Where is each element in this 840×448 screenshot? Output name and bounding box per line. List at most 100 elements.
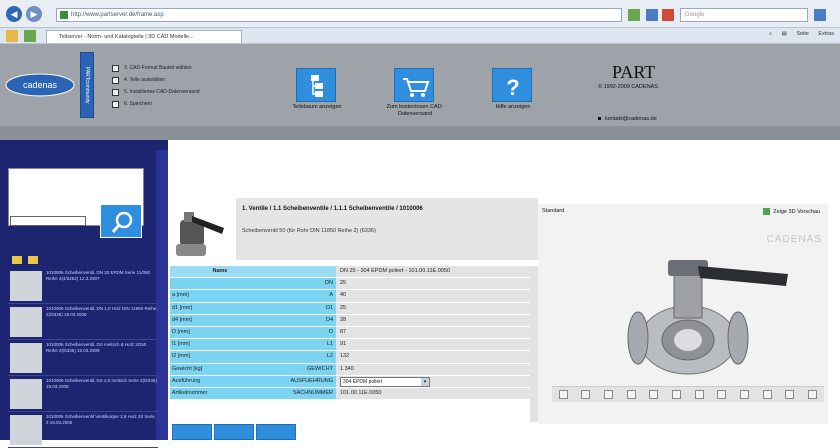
svg-text:?: ?	[506, 75, 519, 100]
pan-icon[interactable]	[649, 390, 659, 399]
action-button-1[interactable]	[172, 424, 212, 440]
product-title-panel: 1. Ventile / 1.1 Scheibenventile / 1.1.1…	[236, 198, 538, 260]
browser-toolbar: ◀ ▶ http://www.partserver.de/frame.asp G…	[0, 0, 840, 28]
table-row[interactable]: DN 25	[170, 278, 530, 291]
help-icon: ?	[506, 75, 519, 100]
copyright-text: © 1992-2009 CADENAS	[598, 84, 659, 90]
product-description: Scheibenventil 50 (für Rohr DIN 11850 Re…	[242, 228, 376, 234]
3d-viewer[interactable]: Standard Zeige 3D Vorschau CADENAS	[538, 204, 828, 424]
stop-icon[interactable]	[662, 9, 674, 21]
table-row[interactable]: a [mm] A 40	[170, 290, 530, 303]
command-bar: ⌂ ▤ Seite Extras	[761, 31, 834, 37]
add-favorite-icon[interactable]	[24, 30, 36, 42]
tab-bar: Teilserver - Norm- und Katalogteile | 3D…	[0, 28, 840, 44]
page-menu[interactable]: Seite	[796, 31, 809, 37]
back-icon[interactable]: ◀	[6, 6, 22, 22]
help-label: Hilfe anzeigen	[495, 104, 531, 110]
viewer-toolbar	[552, 386, 824, 402]
table-scrollbar[interactable]	[530, 266, 538, 422]
table-row[interactable]: Ausführung AUSFUEHRUNG 304 EPDM poliert ▾	[170, 375, 530, 388]
option-item[interactable]: 6. Speichern	[112, 98, 200, 110]
list-item[interactable]: 1010006 Scheibenventil, DS 2,0 meltsch S…	[8, 376, 158, 412]
cadenas-logo: cadenas	[5, 73, 75, 97]
checkbox[interactable]	[763, 208, 771, 215]
checkbox[interactable]	[112, 88, 119, 96]
action-button-3[interactable]	[256, 424, 296, 440]
svg-text:cadenas: cadenas	[23, 80, 58, 90]
sidebar-folder-icons	[12, 256, 44, 266]
valve-thumbnail	[10, 271, 42, 301]
favorites-star-icon[interactable]	[6, 30, 18, 42]
home-icon[interactable]: ⌂	[769, 31, 772, 37]
page-icon	[60, 11, 68, 19]
list-item[interactable]: 1010006 Scheibenventil Ventilkorper 2,8 …	[8, 412, 158, 448]
option-item[interactable]: 3. CAD-Format Bauteil wählen	[112, 62, 200, 74]
folder-open-icon[interactable]	[28, 256, 38, 264]
sidebar-search-button[interactable]	[100, 204, 142, 238]
table-row[interactable]: l2 [mm] L2 132	[170, 351, 530, 364]
valve-3d-model	[627, 260, 788, 375]
magnifier-icon[interactable]	[604, 390, 614, 399]
reset-icon[interactable]	[808, 390, 818, 399]
tools-menu[interactable]: Extras	[818, 31, 834, 37]
valve-thumbnail	[10, 343, 42, 373]
table-header: Name DN 25 - 304 EPDM poliert - 101.00.1…	[170, 266, 530, 279]
tree-view-button[interactable]	[296, 68, 336, 102]
search-input[interactable]: Google	[680, 8, 808, 22]
help-button[interactable]: ?	[492, 68, 532, 102]
print-icon[interactable]: ▤	[782, 31, 787, 37]
action-button-2[interactable]	[214, 424, 254, 440]
rotate-icon[interactable]	[626, 390, 636, 399]
option-item[interactable]: 4. Teile auswählen	[112, 74, 200, 86]
zoom-in-icon[interactable]	[558, 390, 568, 399]
table-row[interactable]: Artikelnummer SACHNUMMER 101.00.11E.0050	[170, 387, 530, 401]
tree-icon	[311, 75, 323, 97]
search-icon[interactable]	[814, 9, 826, 21]
list-item[interactable]: 1010006 Scheibenventil, DN 1,0 Holz DIN …	[8, 304, 158, 340]
section-icon[interactable]	[785, 390, 795, 399]
valve-thumbnail	[10, 379, 42, 409]
cart-button[interactable]	[394, 68, 434, 102]
preview-checkbox[interactable]: Zeige 3D Vorschau	[763, 208, 820, 215]
fit-icon[interactable]	[672, 390, 682, 399]
partcommunity-strip: PARTcommunity	[80, 52, 94, 118]
table-row[interactable]: D [mm] D 87	[170, 326, 530, 340]
table-row[interactable]: d4 [mm] D4 28	[170, 314, 530, 327]
email-link[interactable]: kontakt@cadenas.de	[598, 116, 657, 122]
measure-icon[interactable]	[762, 390, 772, 399]
folder-icon[interactable]	[12, 256, 22, 264]
refresh-icon[interactable]	[646, 9, 658, 21]
view-top-icon[interactable]	[740, 390, 750, 399]
address-bar[interactable]: http://www.partserver.de/frame.asp	[56, 8, 622, 22]
url-text: http://www.partserver.de/frame.asp	[71, 12, 164, 18]
valve-thumbnail	[10, 307, 42, 337]
bullet-icon	[598, 117, 601, 121]
step-options: 3. CAD-Format Bauteil wählen 4. Teile au…	[112, 62, 200, 110]
chevron-down-icon: ▾	[421, 377, 429, 386]
variant-select[interactable]: 304 EPDM poliert ▾	[340, 376, 430, 387]
zoom-out-icon[interactable]	[581, 390, 591, 399]
list-item[interactable]: 1010006 Scheibenventil, DS meltsch & Hol…	[8, 340, 158, 376]
table-row[interactable]: d1 [mm] D1 25	[170, 302, 530, 315]
checkbox[interactable]	[112, 64, 119, 72]
tree-view-label: Teilebaum anzeigen	[292, 104, 342, 110]
checkbox[interactable]	[112, 100, 119, 108]
option-item[interactable]: 5. Installiertes CAD-Datenversand	[112, 86, 200, 98]
view-label: Standard	[542, 208, 565, 214]
cart-icon	[403, 78, 430, 97]
sidebar-search-input[interactable]	[10, 216, 86, 226]
forward-icon[interactable]: ▶	[26, 6, 42, 22]
header-divider	[0, 126, 840, 140]
table-row[interactable]: Gewicht [kg] GEWICHT 1.340	[170, 363, 530, 376]
view-front-icon[interactable]	[694, 390, 704, 399]
checkbox[interactable]	[112, 76, 119, 84]
browser-tab[interactable]: Teilserver - Norm- und Katalogteile | 3D…	[46, 30, 242, 43]
table-row[interactable]: l1 [mm] L1 91	[170, 339, 530, 352]
sidebar-list: 1010006 Scheibenventil, DN 20 EPDM Serie…	[8, 268, 158, 448]
cart-label: Zum kostenlosen CAD-Datenversand	[386, 104, 444, 117]
go-icon[interactable]	[628, 9, 640, 21]
product-image	[176, 212, 224, 256]
view-side-icon[interactable]	[717, 390, 727, 399]
list-item[interactable]: 1010006 Scheibenventil, DN 20 EPDM Serie…	[8, 268, 158, 304]
breadcrumb: 1. Ventile / 1.1 Scheibenventile / 1.1.1…	[242, 206, 423, 212]
